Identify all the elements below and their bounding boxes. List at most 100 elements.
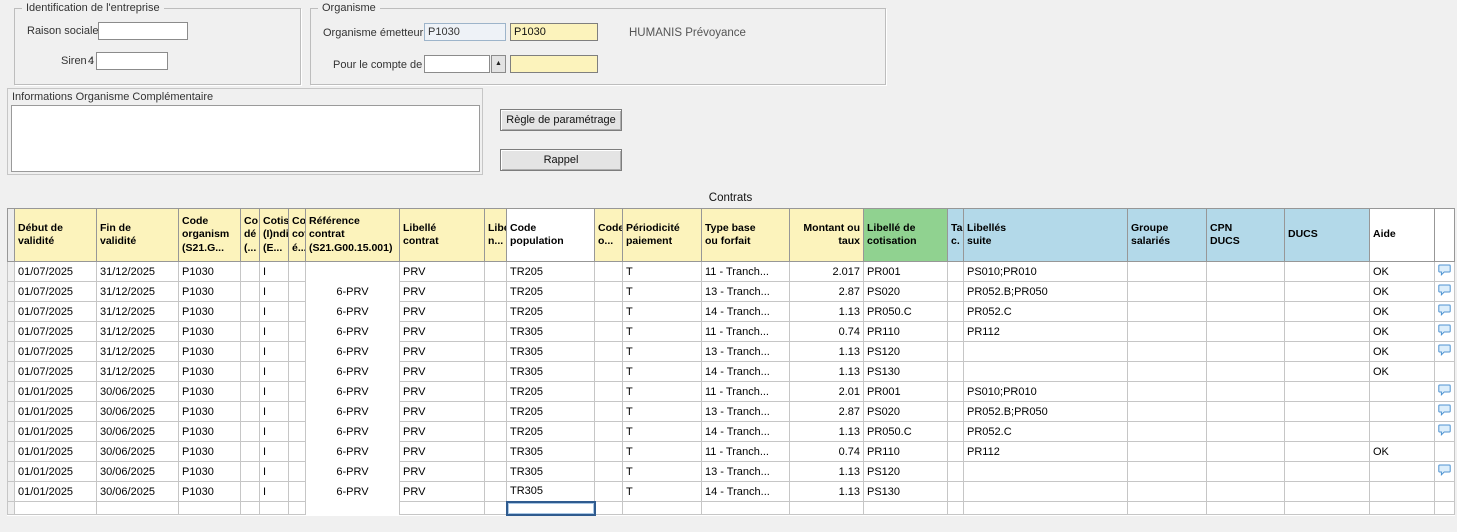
cell-note[interactable] [1434,341,1455,362]
cell-lib_suite[interactable] [963,461,1128,482]
cell-libe[interactable] [484,421,507,442]
table-row[interactable]: 01/07/2025 31/12/2025 P1030 I 6-PRV PRV TR305 T… [7,321,1455,342]
cell-aide[interactable]: OK [1369,441,1435,462]
cell-cotis[interactable]: I [259,401,289,422]
cell-cotis[interactable]: I [259,341,289,362]
cell-cotis[interactable]: I [259,321,289,342]
cell-ducs[interactable] [1284,381,1370,402]
cell-sel[interactable] [7,401,15,422]
col-header-code_org[interactable]: Code organism (S21.G... [178,208,241,262]
cell-montant[interactable]: 0.74 [789,441,864,462]
cell-aide[interactable] [1369,481,1435,502]
cell-code_org[interactable]: P1030 [178,481,241,502]
cell-debut[interactable]: 01/01/2025 [14,461,97,482]
cell-note[interactable] [1434,421,1455,442]
col-header-co[interactable]: Co dé (... [240,208,260,262]
cell-fin[interactable] [96,501,179,515]
cell-debut[interactable]: 01/01/2025 [14,381,97,402]
cell-aide[interactable] [1369,501,1435,515]
cell-aide[interactable] [1369,461,1435,482]
cell-cpn[interactable] [1206,301,1285,322]
col-header-debut[interactable]: Début de validité [14,208,97,262]
cell-code_o[interactable] [594,301,623,322]
cell-cotis[interactable]: I [259,421,289,442]
col-header-libe[interactable]: Libe n... [484,208,507,262]
cell-sel[interactable] [7,361,15,382]
cell-co[interactable] [240,341,260,362]
cell-groupe[interactable] [1127,401,1207,422]
cell-type_base[interactable]: 14 - Tranch... [701,481,790,502]
cell-reference[interactable]: 6-PRV [305,461,400,482]
cell-note[interactable] [1434,501,1455,515]
cell-code_o[interactable] [594,481,623,502]
cell-reference[interactable]: 6-PRV [305,401,400,422]
cell-code_org[interactable] [178,501,241,515]
cell-montant[interactable]: 2.87 [789,281,864,302]
cell-code_pop[interactable]: TR305 [506,361,595,382]
cell-cotis[interactable] [259,501,289,515]
cell-lib_contrat[interactable]: PRV [399,401,485,422]
cell-lib_cotisation[interactable]: PS130 [863,481,948,502]
cell-fin[interactable]: 30/06/2025 [96,441,179,462]
cell-periodicite[interactable] [622,501,702,515]
cell-periodicite[interactable]: T [622,301,702,322]
cell-reference[interactable]: 6-PRV [305,321,400,342]
cell-type_base[interactable]: 14 - Tranch... [701,301,790,322]
cell-libe[interactable] [484,321,507,342]
cell-lib_cotisation[interactable]: PR110 [863,321,948,342]
cell-co[interactable] [240,281,260,302]
cell-periodicite[interactable]: T [622,461,702,482]
cell-lib_cotisation[interactable]: PS130 [863,361,948,382]
cell-fin[interactable]: 31/12/2025 [96,281,179,302]
cell-reference[interactable]: 6-PRV [305,381,400,402]
col-header-ta[interactable]: Ta c. [947,208,964,262]
cell-code_pop[interactable]: TR305 [506,461,595,482]
cell-coc[interactable] [288,341,306,362]
cell-fin[interactable]: 30/06/2025 [96,401,179,422]
cell-code_pop[interactable]: TR305 [506,441,595,462]
cell-ducs[interactable] [1284,461,1370,482]
cell-type_base[interactable]: 11 - Tranch... [701,261,790,282]
cell-lib_suite[interactable] [963,481,1128,502]
cell-sel[interactable] [7,501,15,515]
cell-libe[interactable] [484,501,507,515]
cell-cotis[interactable]: I [259,301,289,322]
cell-code_org[interactable]: P1030 [178,341,241,362]
cell-code_org[interactable]: P1030 [178,261,241,282]
cell-code_o[interactable] [594,321,623,342]
cell-type_base[interactable]: 14 - Tranch... [701,361,790,382]
cell-ta[interactable] [947,301,964,322]
cell-aide[interactable] [1369,381,1435,402]
col-header-sel[interactable] [7,208,15,262]
cell-aide[interactable]: OK [1369,301,1435,322]
cell-groupe[interactable] [1127,461,1207,482]
cell-cotis[interactable]: I [259,361,289,382]
cell-cpn[interactable] [1206,381,1285,402]
cell-ta[interactable] [947,481,964,502]
cell-montant[interactable]: 1.13 [789,461,864,482]
cell-periodicite[interactable]: T [622,481,702,502]
cell-code_pop[interactable]: TR205 [506,421,595,442]
comment-bubble-icon[interactable] [1438,404,1451,417]
cell-periodicite[interactable]: T [622,361,702,382]
cell-co[interactable] [240,301,260,322]
cell-note[interactable] [1434,461,1455,482]
cell-cpn[interactable] [1206,401,1285,422]
cell-co[interactable] [240,381,260,402]
cell-fin[interactable]: 31/12/2025 [96,321,179,342]
cell-fin[interactable]: 30/06/2025 [96,481,179,502]
table-row[interactable]: 01/01/2025 30/06/2025 P1030 I 6-PRV PRV TR205 T… [7,421,1455,442]
cell-lib_contrat[interactable]: PRV [399,281,485,302]
cell-code_pop[interactable]: TR305 [506,321,595,342]
cell-cpn[interactable] [1206,341,1285,362]
cell-libe[interactable] [484,341,507,362]
cell-cotis[interactable]: I [259,441,289,462]
cell-sel[interactable] [7,301,15,322]
cell-debut[interactable]: 01/07/2025 [14,321,97,342]
cell-reference[interactable]: 6-PRV [305,481,400,502]
cell-ducs[interactable] [1284,301,1370,322]
cell-lib_suite[interactable]: PR052.B;PR050 [963,281,1128,302]
cell-sel[interactable] [7,461,15,482]
cell-debut[interactable]: 01/07/2025 [14,281,97,302]
cell-lib_suite[interactable] [963,501,1128,515]
